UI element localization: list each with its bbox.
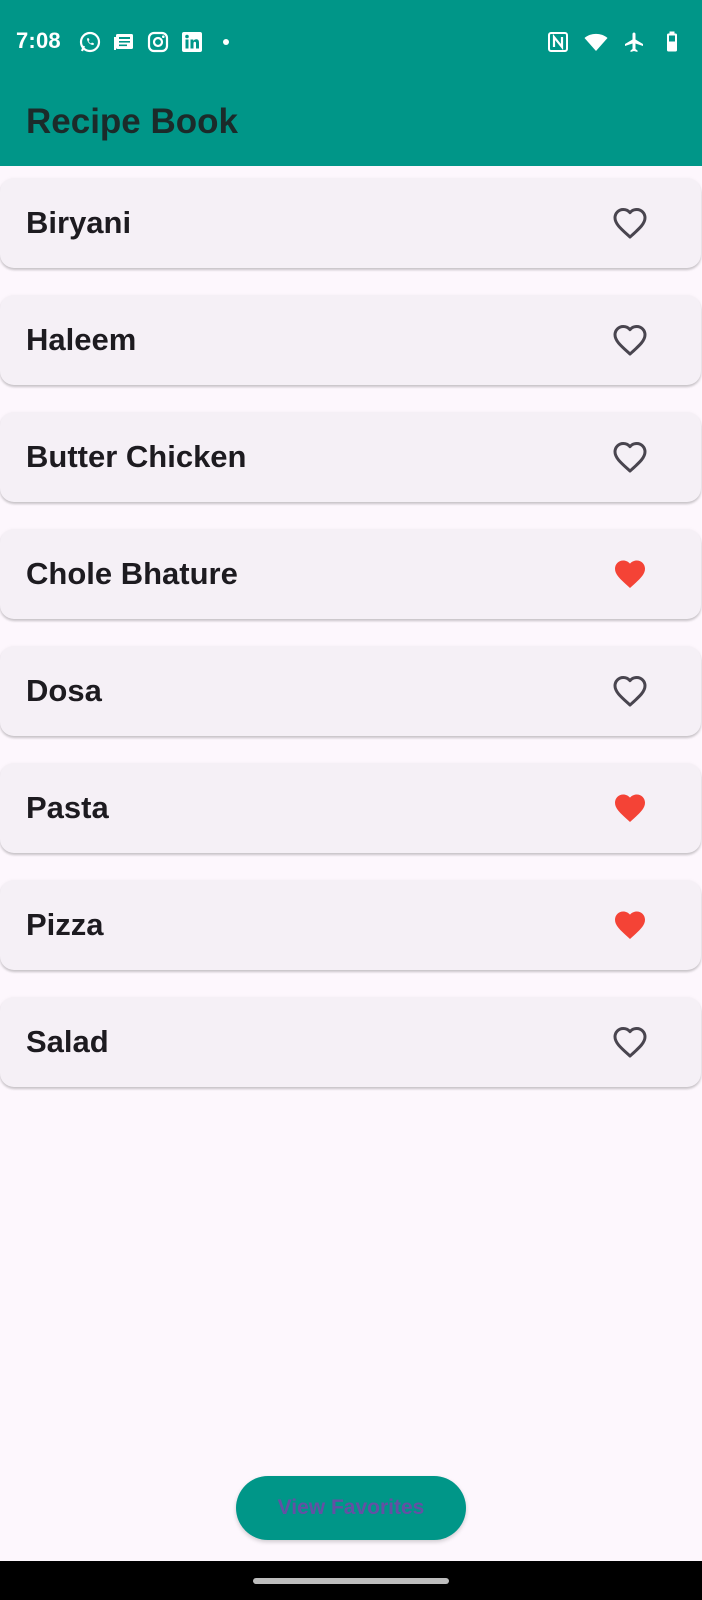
heart-outline-icon <box>613 1027 647 1058</box>
recipe-card[interactable]: Biryani <box>0 178 701 268</box>
heart-outline-icon <box>613 325 647 356</box>
wifi-icon <box>584 30 608 54</box>
heart-outline-icon <box>613 676 647 707</box>
recipe-card[interactable]: Salad <box>0 997 701 1087</box>
recipe-name: Biryani <box>26 205 132 240</box>
heart-outline-icon <box>613 442 647 473</box>
recipe-card[interactable]: Pizza <box>0 880 701 970</box>
recipe-name: Haleem <box>26 322 137 357</box>
instagram-icon <box>146 30 170 54</box>
heart-filled-icon <box>615 560 645 589</box>
favorite-toggle[interactable] <box>611 672 649 710</box>
favorite-toggle[interactable] <box>611 906 649 944</box>
whatsapp-icon <box>78 30 102 54</box>
system-icons <box>546 30 684 54</box>
favorite-toggle[interactable] <box>611 789 649 827</box>
news-icon <box>112 30 136 54</box>
recipe-list: Biryani Haleem Butter Chicken Chole Bhat… <box>0 178 702 1114</box>
nfc-icon <box>546 30 570 54</box>
heart-outline-icon <box>613 208 647 239</box>
recipe-card[interactable]: Chole Bhature <box>0 529 701 619</box>
favorite-toggle[interactable] <box>611 1023 649 1061</box>
notification-dot-icon <box>214 30 238 54</box>
heart-filled-icon <box>615 911 645 940</box>
airplane-mode-icon <box>622 30 646 54</box>
app-bar: Recipe Book <box>0 88 702 166</box>
linkedin-icon <box>180 30 204 54</box>
recipe-name: Butter Chicken <box>26 439 247 474</box>
recipe-name: Pizza <box>26 907 104 942</box>
recipe-card[interactable]: Haleem <box>0 295 701 385</box>
heart-filled-icon <box>615 794 645 823</box>
favorite-toggle[interactable] <box>611 555 649 593</box>
status-time: 7:08 <box>16 28 61 53</box>
favorite-toggle[interactable] <box>611 204 649 242</box>
recipe-card[interactable]: Pasta <box>0 763 701 853</box>
recipe-name: Chole Bhature <box>26 556 238 591</box>
recipe-card[interactable]: Butter Chicken <box>0 412 701 502</box>
system-navigation-bar <box>0 1561 702 1600</box>
favorite-toggle[interactable] <box>611 321 649 359</box>
home-gesture-handle[interactable] <box>253 1578 449 1584</box>
view-favorites-button[interactable]: View Favorites <box>236 1476 466 1540</box>
favorite-toggle[interactable] <box>611 438 649 476</box>
status-bar: 7:08 <box>0 0 702 88</box>
battery-icon <box>660 30 684 54</box>
recipe-name: Pasta <box>26 790 109 825</box>
page-title: Recipe Book <box>26 102 238 141</box>
notification-icons <box>78 30 238 54</box>
recipe-card[interactable]: Dosa <box>0 646 701 736</box>
recipe-name: Dosa <box>26 673 102 708</box>
recipe-name: Salad <box>26 1024 109 1059</box>
